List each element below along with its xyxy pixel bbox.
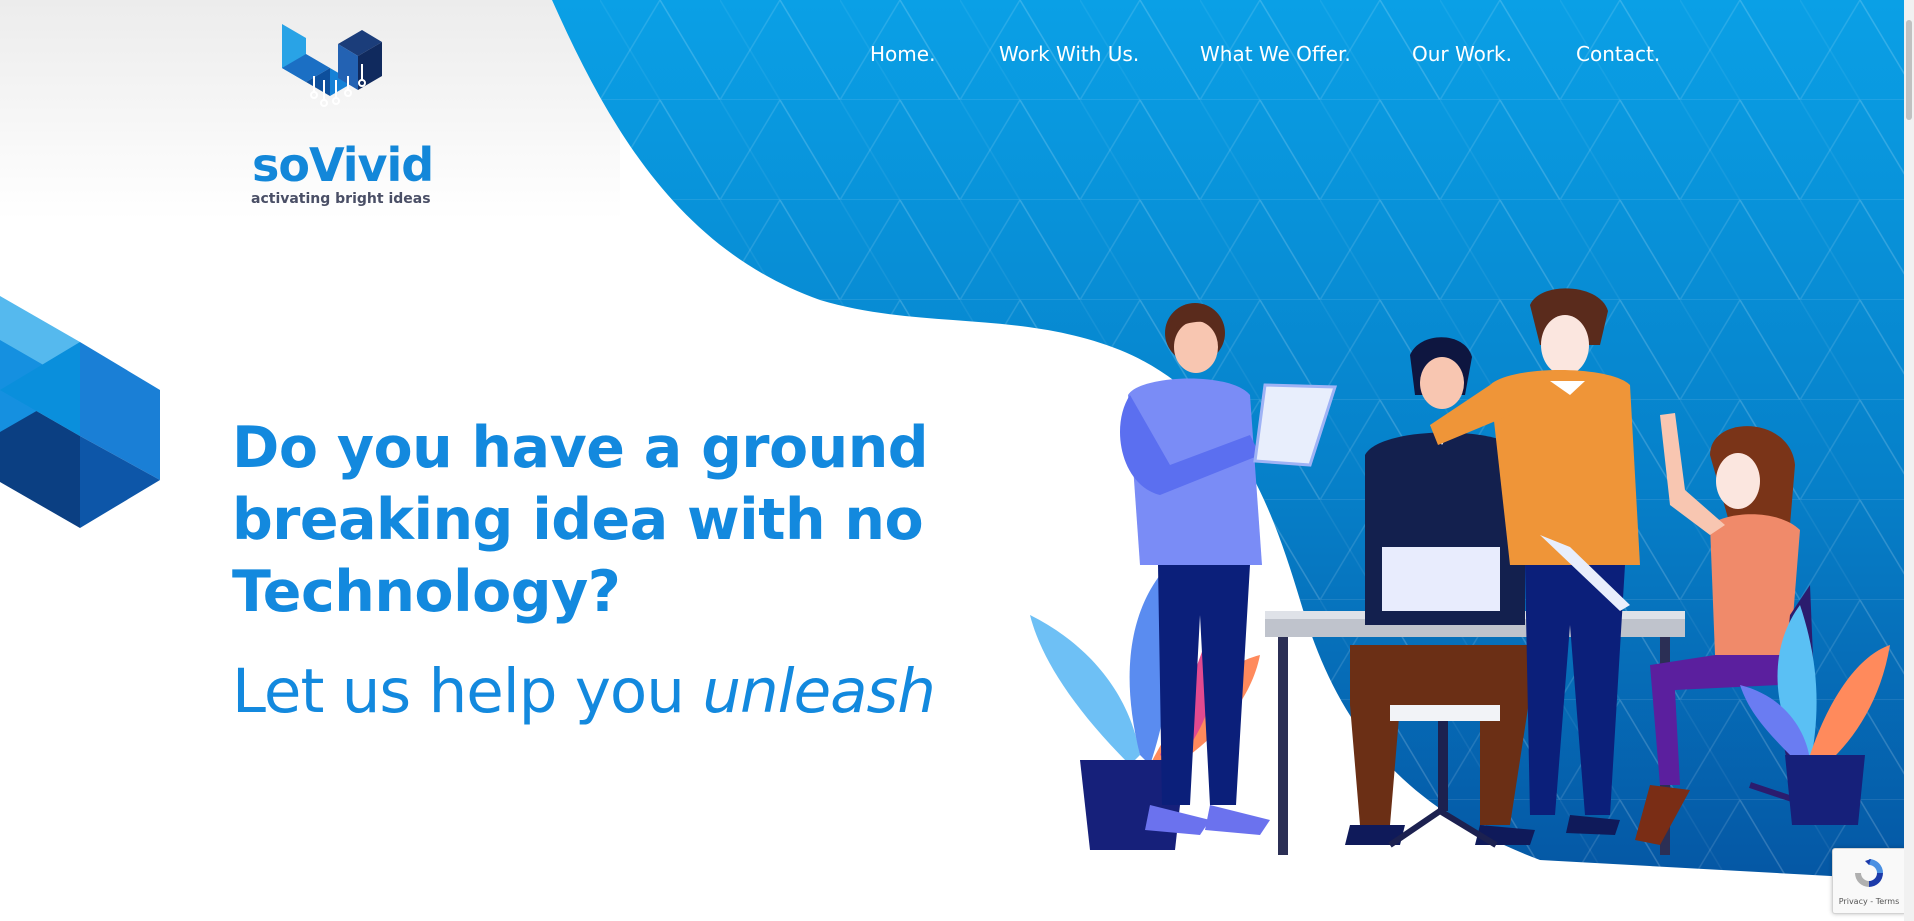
logo[interactable]: soVivid activating bright ideas bbox=[248, 20, 434, 207]
hero-subtitle-emphasis: unleash bbox=[702, 656, 936, 727]
scrollbar-thumb[interactable] bbox=[1906, 20, 1912, 120]
brand-tagline: activating bright ideas bbox=[251, 191, 431, 207]
team-illustration bbox=[1030, 288, 1890, 855]
recaptcha-badge[interactable]: Privacy - Terms bbox=[1832, 848, 1906, 914]
recaptcha-icon bbox=[1855, 859, 1883, 887]
page: soVivid activating bright ideas Home. Wo… bbox=[0, 0, 1914, 921]
nav-item-work-with-us[interactable]: Work With Us. bbox=[999, 42, 1139, 66]
hero-subtitle: Let us help you unleash bbox=[232, 656, 936, 727]
nav-item-our-work[interactable]: Our Work. bbox=[1412, 42, 1512, 66]
logo-mark-icon bbox=[282, 24, 382, 107]
nav-item-home[interactable]: Home. bbox=[870, 42, 935, 66]
recaptcha-links[interactable]: Privacy - Terms bbox=[1833, 897, 1905, 906]
nav-item-contact[interactable]: Contact. bbox=[1576, 42, 1660, 66]
scrollbar[interactable] bbox=[1904, 0, 1914, 921]
hero-title: Do you have a ground breaking idea with … bbox=[232, 415, 929, 625]
nav-item-what-we-offer[interactable]: What We Offer. bbox=[1200, 42, 1351, 66]
brand-name: soVivid bbox=[252, 138, 434, 192]
hero-subtitle-prefix: Let us help you bbox=[232, 656, 685, 727]
